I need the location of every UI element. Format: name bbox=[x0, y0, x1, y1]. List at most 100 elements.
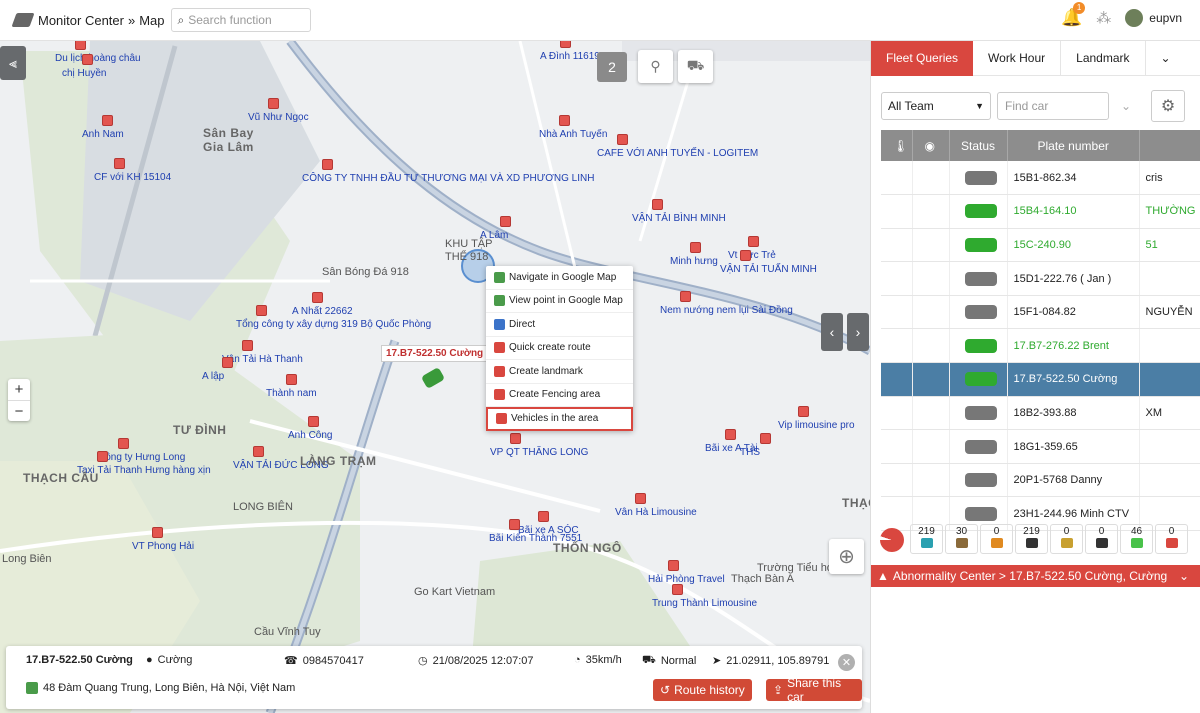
plate-cell[interactable]: 15B4-164.10 bbox=[1007, 194, 1140, 229]
poi-marker-icon[interactable] bbox=[268, 98, 279, 109]
collapse-left-button[interactable]: ⫷ bbox=[0, 46, 26, 80]
poi-marker-icon[interactable] bbox=[668, 560, 679, 571]
map-poi-label[interactable]: Nem nướng nem lụi Sài Đồng bbox=[660, 305, 793, 316]
table-row[interactable]: 15C-240.90 51 bbox=[881, 228, 1200, 263]
map-poi-label[interactable]: A Nhất 22662 bbox=[292, 306, 353, 317]
map-poi-label[interactable]: Gia Lâm bbox=[203, 140, 254, 154]
zoom-out-button[interactable]: − bbox=[8, 400, 30, 421]
context-menu-item[interactable]: Direct bbox=[486, 313, 633, 337]
map-poi-label[interactable]: Vận Tải Hà Thanh bbox=[222, 354, 303, 365]
plate-cell[interactable]: 18G1-359.65 bbox=[1007, 429, 1140, 464]
poi-marker-icon[interactable] bbox=[690, 242, 701, 253]
map-poi-label[interactable]: THẠCH CẦU bbox=[23, 471, 99, 485]
map-poi-label[interactable]: Nhà Anh Tuyến bbox=[539, 129, 607, 140]
map-poi-label[interactable]: THẠCH bbox=[842, 496, 870, 510]
poi-marker-icon[interactable] bbox=[509, 519, 520, 530]
status-count[interactable]: 0 bbox=[980, 524, 1013, 554]
context-menu-item[interactable]: Create landmark bbox=[486, 360, 633, 384]
settings-button[interactable]: ⚙ bbox=[1151, 90, 1186, 122]
plate-cell[interactable]: 15F1-084.82 bbox=[1007, 295, 1140, 330]
context-menu-item[interactable]: Quick create route bbox=[486, 337, 633, 360]
map-poi-label[interactable]: Trung Thành Limousine bbox=[652, 598, 757, 609]
driver-column[interactable]: ◉ bbox=[912, 130, 950, 161]
status-count[interactable]: 30 bbox=[945, 524, 978, 554]
landmark-toggle-button[interactable]: ⚲ bbox=[638, 50, 673, 83]
team-select[interactable]: All Team ▼ bbox=[881, 92, 991, 120]
map-poi-label[interactable]: Anh Công bbox=[288, 430, 332, 441]
map-poi-label[interactable]: chị Huyền bbox=[62, 68, 106, 79]
table-row[interactable]: 18B2-393.88 XM bbox=[881, 396, 1200, 431]
status-count[interactable]: 46 bbox=[1120, 524, 1153, 554]
map-poi-label[interactable]: A Đình 11619 bbox=[540, 51, 600, 62]
context-menu-item[interactable]: Navigate in Google Map bbox=[486, 266, 633, 290]
status-count[interactable]: 219 bbox=[1015, 524, 1048, 554]
map-poi-label[interactable]: VẬN TẢI TUẤN MINH bbox=[720, 264, 817, 275]
breadcrumb-root[interactable]: Monitor Center bbox=[38, 13, 124, 28]
next-arrow-button[interactable]: › bbox=[847, 313, 869, 351]
poi-marker-icon[interactable] bbox=[500, 216, 511, 227]
map-poi-label[interactable]: A lập bbox=[202, 371, 224, 382]
plate-cell[interactable]: 17.B7-276.22 Brent bbox=[1007, 328, 1140, 364]
google-maps-icon[interactable] bbox=[26, 682, 38, 694]
poi-marker-icon[interactable] bbox=[256, 305, 267, 316]
poi-marker-icon[interactable] bbox=[672, 584, 683, 595]
plate-cell[interactable]: 18B2-393.88 bbox=[1007, 396, 1140, 431]
table-row[interactable]: 18G1-359.65 bbox=[881, 429, 1200, 464]
plate-cell[interactable]: 15D1-222.76 ( Jan ) bbox=[1007, 261, 1140, 296]
table-row[interactable]: 15F1-084.82 NGUYỄN bbox=[881, 295, 1200, 330]
map-poi-label[interactable]: KHU TẬP bbox=[445, 238, 492, 250]
poi-marker-icon[interactable] bbox=[748, 236, 759, 247]
map-poi-label[interactable]: CF với KH 15104 bbox=[94, 172, 171, 183]
plate-cell[interactable]: 15B1-862.34 bbox=[1007, 161, 1140, 196]
map-poi-label[interactable]: LONG BIÊN bbox=[233, 501, 293, 513]
map-poi-label[interactable]: Thành nam bbox=[266, 388, 317, 399]
tab-fleet-queries[interactable]: Fleet Queries bbox=[871, 40, 974, 76]
map-poi-label[interactable]: THS bbox=[740, 447, 760, 458]
poi-marker-icon[interactable] bbox=[725, 429, 736, 440]
poi-marker-icon[interactable] bbox=[538, 511, 549, 522]
zoom-in-button[interactable]: + bbox=[8, 379, 30, 400]
vehicle-toggle-button[interactable]: ⛟ bbox=[678, 50, 713, 83]
table-row[interactable]: 15B1-862.34 cris bbox=[881, 161, 1200, 196]
poi-marker-icon[interactable] bbox=[798, 406, 809, 417]
status-count[interactable]: 0 bbox=[1050, 524, 1083, 554]
route-history-button[interactable]: ↺ Route history bbox=[653, 679, 752, 701]
thermometer-column[interactable]: 🌡 bbox=[881, 130, 913, 161]
map-poi-label[interactable]: TƯ ĐÌNH bbox=[173, 423, 226, 437]
map-poi-label[interactable]: Thạch Bàn A bbox=[731, 573, 794, 585]
network-icon[interactable]: ⁂ bbox=[1096, 9, 1111, 27]
poi-marker-icon[interactable] bbox=[97, 451, 108, 462]
locate-button[interactable]: ⊕ bbox=[829, 539, 864, 574]
map-poi-label[interactable]: Cầu Vĩnh Tuy bbox=[254, 626, 321, 638]
table-row[interactable]: 15D1-222.76 ( Jan ) bbox=[881, 261, 1200, 296]
car-marker-label[interactable]: 17.B7-522.50 Cường bbox=[381, 345, 489, 362]
poi-marker-icon[interactable] bbox=[75, 41, 86, 50]
poi-marker-icon[interactable] bbox=[82, 54, 93, 65]
map-poi-label[interactable]: Tổng công ty xây dựng 319 Bộ Quốc Phòng bbox=[236, 319, 431, 330]
map-view[interactable]: Du lịch hoàng châu chị Huyền Anh Nam Sân Ba… bbox=[0, 41, 870, 713]
map-poi-label[interactable]: Vũ Như Ngọc bbox=[248, 112, 309, 123]
plate-column[interactable]: Plate number bbox=[1007, 130, 1140, 161]
poi-marker-icon[interactable] bbox=[760, 433, 771, 444]
status-count[interactable]: 0 bbox=[1085, 524, 1118, 554]
table-row[interactable]: 20P1-5768 Danny bbox=[881, 463, 1200, 498]
tab-landmark[interactable]: Landmark bbox=[1060, 40, 1146, 76]
table-row[interactable]: 15B4-164.10 THƯỜNG bbox=[881, 194, 1200, 229]
poi-marker-icon[interactable] bbox=[286, 374, 297, 385]
prev-arrow-button[interactable]: ‹ bbox=[821, 313, 843, 351]
map-poi-label[interactable]: CÔNG TY TNHH ĐẦU TƯ THƯƠNG MẠI VÀ XD PHƯ… bbox=[302, 173, 594, 184]
find-car-input[interactable]: Find car bbox=[997, 92, 1109, 120]
poi-marker-icon[interactable] bbox=[560, 41, 571, 48]
extra-column[interactable] bbox=[1139, 130, 1200, 161]
table-row[interactable]: 17.B7-276.22 Brent bbox=[881, 328, 1200, 364]
map-poi-label[interactable]: Minh hưng bbox=[670, 256, 718, 267]
poi-marker-icon[interactable] bbox=[222, 357, 233, 368]
filter-chevron-icon[interactable]: ⌄ bbox=[1121, 99, 1131, 113]
map-poi-label[interactable]: VT Phong Hải bbox=[132, 541, 194, 552]
map-poi-label[interactable]: Sân Bóng Đá 918 bbox=[322, 266, 409, 278]
status-column[interactable]: Status bbox=[949, 130, 1008, 161]
plate-cell[interactable]: 15C-240.90 bbox=[1007, 228, 1140, 263]
map-poi-label[interactable]: THỂ 918 bbox=[445, 251, 488, 263]
poi-marker-icon[interactable] bbox=[559, 115, 570, 126]
map-poi-label[interactable]: Công ty Hưng Long bbox=[98, 452, 185, 463]
